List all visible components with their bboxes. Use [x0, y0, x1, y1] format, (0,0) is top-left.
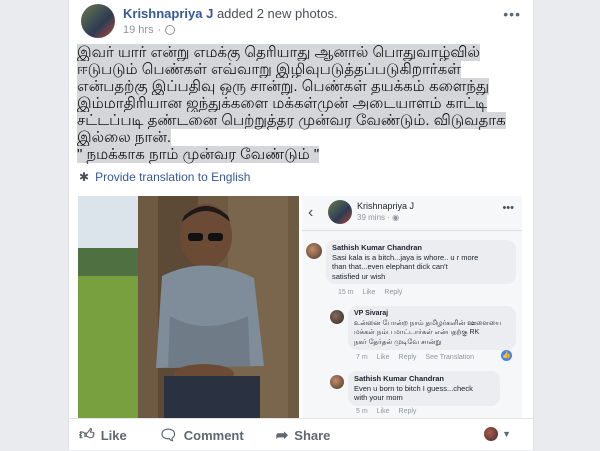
globe-icon[interactable]: [165, 25, 176, 35]
comment-reply: Reply: [398, 408, 417, 415]
comment-button[interactable]: 🗨︎ Comment: [159, 426, 244, 444]
post-photo-1[interactable]: [78, 196, 299, 418]
comment-meta: 7 m Like Reply See Translation: [356, 354, 474, 361]
post-body: இவர் யார் என்று எமக்கு தெரியாது ஆனால் பொ…: [77, 44, 517, 163]
inner-timestamp: 39 mins · ◉: [357, 213, 400, 222]
comment-text-line: மக்கள் நம்ப மாட்டார்கள் என்பதற்கு RK: [354, 329, 480, 336]
chevron-down-icon: ▼: [502, 429, 511, 439]
post-photo-2-screenshot[interactable]: ‹ Krishnapriya J 39 mins · ◉ ••• Sathish…: [302, 196, 522, 418]
inner-author-name: Krishnapriya J: [357, 201, 415, 211]
share-label: Share: [294, 427, 331, 443]
man-photo-image: [78, 196, 299, 418]
post-text-line: இவர் யார் என்று எமக்கு தெரியாது ஆனால் பொ…: [77, 44, 480, 61]
commenter-avatar: [330, 375, 344, 389]
comment-text-line: Sasi kala is a bitch...jaya is whore.. u…: [332, 252, 479, 262]
commenter-name: VP Sivaraj: [354, 310, 389, 317]
post-timestamp[interactable]: 19 hrs: [123, 24, 154, 36]
author-avatar[interactable]: [81, 4, 115, 38]
post-as-selector[interactable]: ▼: [484, 427, 511, 441]
comment-time: 7 m: [356, 354, 368, 361]
post-text-line: இம்மாதிரியான ஜந்துக்களை மக்கள்முன் அடையா…: [77, 95, 488, 112]
post-options-button[interactable]: •••: [503, 6, 521, 22]
comment-text-line: உன்னை போன்ற நாம் தமிழர்களின் ஊளையை: [354, 319, 502, 327]
author-name-link[interactable]: Krishnapriya J: [123, 6, 213, 21]
like-button[interactable]: 👍︎ Like: [79, 426, 127, 444]
comment-like: Like: [362, 289, 376, 296]
inner-globe-icon: ◉: [392, 213, 400, 222]
post-text-line: ஈடுபடும் பெண்கள் எவ்வாறு இழிவுபடுத்தப்பட…: [77, 61, 461, 78]
post-action-bar: 👍︎ Like 🗨︎ Comment ➦ Share: [69, 418, 533, 451]
user-avatar: [484, 427, 499, 441]
feed-post-card: Krishnapriya J added 2 new photos. 19 hr…: [68, 0, 534, 450]
comment-see-translation: See Translation: [425, 354, 475, 361]
post-text-line: சட்டப்படி தண்டனை பெற்றுத்தர முன்வர வேண்ட…: [77, 112, 506, 129]
post-timestamp-row: 19 hrs ·: [123, 24, 176, 36]
comment-reply: Reply: [384, 289, 403, 296]
comment-text-line: than that...even elephant dick can't: [332, 262, 448, 271]
post-text-line: இல்லை நான்.: [77, 129, 172, 146]
inner-divider: [302, 230, 522, 231]
comment-text-line: Even u born to bitch I guess...check: [354, 383, 473, 393]
commenter-avatar: [306, 243, 322, 259]
comment-bubble: Sathish Kumar Chandran Sasi kala is a bi…: [326, 240, 516, 284]
comment-time: 5 m: [356, 408, 368, 415]
comment-text-line: with your mom: [354, 393, 403, 402]
back-arrow-icon: ‹: [308, 204, 314, 221]
commenter-name: Sathish Kumar Chandran: [332, 243, 423, 252]
comment-like: Like: [376, 408, 390, 415]
commenter-name: Sathish Kumar Chandran: [354, 374, 445, 383]
comment-label: Comment: [183, 427, 244, 443]
share-button[interactable]: ➦ Share: [276, 426, 331, 444]
inner-author-avatar: [328, 200, 352, 224]
translate-link-row[interactable]: ✱ Provide translation to English: [79, 170, 250, 184]
post-text-line: " நமக்காக நாம் முன்வர வேண்டும் ": [77, 146, 320, 163]
like-label: Like: [100, 427, 127, 443]
commenter-avatar: [330, 310, 344, 324]
like-reaction-icon: 👍: [501, 350, 512, 361]
comment-bubble: Sathish Kumar Chandran Even u born to bi…: [348, 371, 500, 406]
thumbs-up-icon: 👍︎: [79, 426, 95, 443]
post-text-line: என்பதற்கு இப்பதிவு ஒரு சான்று. பெண்கள் த…: [77, 78, 489, 95]
post-action-text: added 2 new photos.: [216, 6, 338, 21]
comment-bubble: VP Sivaraj உன்னை போன்ற நாம் தமிழர்களின் …: [348, 306, 516, 350]
comment-bubble-icon: 🗨︎: [158, 427, 178, 444]
comment-text-line: satisfied ur wish: [332, 271, 386, 281]
comment-text-line: நகர் தேர்தல் முடிவே சான்று: [354, 338, 442, 346]
comment-reply: Reply: [398, 354, 417, 361]
post-header: Krishnapriya J added 2 new photos.: [123, 6, 338, 21]
inner-more-icon: •••: [502, 202, 514, 214]
comment-like: Like: [376, 354, 390, 361]
share-arrow-icon: ➦: [275, 427, 289, 444]
comment-meta: 5 m Like Reply: [356, 408, 416, 415]
gear-icon[interactable]: ✱: [79, 170, 89, 184]
comment-meta: 15 m Like Reply: [338, 289, 402, 296]
comment-time: 15 m: [338, 289, 354, 296]
translate-link[interactable]: Provide translation to English: [95, 170, 250, 184]
